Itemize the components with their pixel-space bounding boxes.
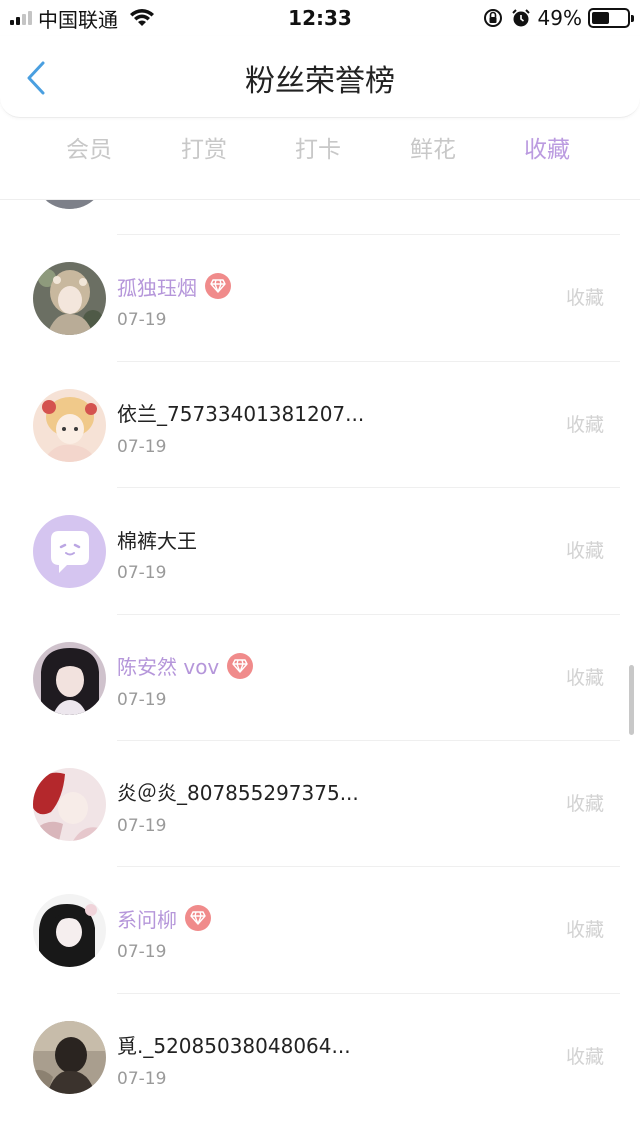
tab-favorites[interactable]: 收藏 [524, 118, 570, 182]
fan-name-line: 覓._52085038048064... [117, 1032, 351, 1058]
vip-diamond-badge-icon [205, 273, 231, 300]
avatar[interactable] [33, 515, 106, 589]
tab-reward[interactable]: 打赏 [181, 118, 227, 182]
fan-date: 07-19 [117, 1068, 167, 1089]
tab-checkin[interactable]: 打卡 [295, 118, 341, 182]
fan-date: 07-19 [117, 310, 167, 331]
list-item[interactable]: 陈安然 vov 07-19 收藏 [0, 615, 640, 742]
fan-name: 覓._52085038048064... [117, 1034, 351, 1059]
fan-date: 07-19 [117, 563, 167, 584]
fan-date: 07-19 [117, 200, 166, 204]
fan-date: 07-19 [117, 815, 167, 836]
orientation-lock-icon [483, 9, 502, 27]
tab-member[interactable]: 会员 [66, 118, 112, 182]
fan-date: 07-19 [117, 436, 167, 457]
alarm-icon [511, 9, 530, 27]
status-bar: 中国联通 12:33 49% [0, 0, 640, 36]
fan-name: 陈安然 vov [117, 655, 220, 680]
favorite-label: 收藏 [565, 919, 604, 942]
tab-bar: 会员 打赏 打卡 鲜花 收藏 [0, 118, 640, 200]
list-item[interactable]: 系问柳 07-19 收藏 [0, 867, 640, 995]
tab-flowers[interactable]: 鲜花 [410, 118, 456, 182]
vip-diamond-badge-icon [227, 652, 254, 679]
avatar[interactable] [33, 767, 106, 841]
list-item[interactable]: 07-19 收藏 [0, 200, 640, 236]
list-item[interactable]: 棉裤大王 07-19 收藏 [0, 488, 640, 615]
favorite-label: 收藏 [565, 287, 604, 310]
fan-name-line: 炎＠炎_807855297375... [117, 779, 359, 805]
fan-name: 炎＠炎_807855297375... [117, 781, 359, 806]
fan-name-line: 依兰_75733401381207... [117, 400, 364, 426]
battery-percent: 49% [537, 6, 582, 30]
fan-date: 07-19 [117, 689, 167, 710]
favorite-label: 收藏 [565, 1045, 604, 1068]
list-item[interactable]: 炎＠炎_807855297375... 07-19 收藏 [0, 741, 640, 868]
vip-diamond-badge-icon [185, 905, 211, 932]
avatar[interactable] [33, 388, 106, 462]
battery-icon [588, 8, 634, 28]
favorite-label: 收藏 [565, 540, 604, 563]
favorite-label: 收藏 [565, 413, 604, 436]
fan-name-line: 棉裤大王 [117, 526, 197, 553]
fan-name-line: 系问柳 [117, 905, 211, 932]
avatar[interactable] [33, 1020, 106, 1094]
list-item[interactable]: 依兰_75733401381207... 07-19 收藏 [0, 362, 640, 489]
fan-name-line: 陈安然 vov [117, 652, 254, 680]
avatar[interactable] [33, 641, 106, 715]
nav-header: 粉丝荣誉榜 [0, 36, 640, 118]
avatar[interactable] [33, 200, 106, 209]
fan-name: 系问柳 [117, 907, 177, 932]
fan-name: 孤独珏烟 [117, 275, 197, 300]
list-item[interactable]: 孤独珏烟 07-19 收藏 [0, 235, 640, 363]
scrollbar-thumb[interactable] [629, 665, 634, 735]
fan-name: 依兰_75733401381207... [117, 402, 365, 427]
status-right: 49% [482, 0, 634, 36]
favorite-label: 收藏 [565, 792, 604, 815]
fan-name-line: 孤独珏烟 [117, 273, 231, 300]
fan-list[interactable]: 07-19 收藏 孤独珏烟 [0, 200, 640, 1138]
favorite-label: 收藏 [565, 666, 604, 689]
fan-date: 07-19 [117, 942, 167, 963]
default-avatar-icon [33, 515, 106, 589]
avatar[interactable] [33, 894, 106, 968]
page-title: 粉丝荣誉榜 [245, 64, 395, 99]
fan-name: 棉裤大王 [117, 528, 197, 553]
list-item[interactable]: 覓._52085038048064... 07-19 收藏 [0, 994, 640, 1120]
avatar[interactable] [33, 262, 106, 336]
